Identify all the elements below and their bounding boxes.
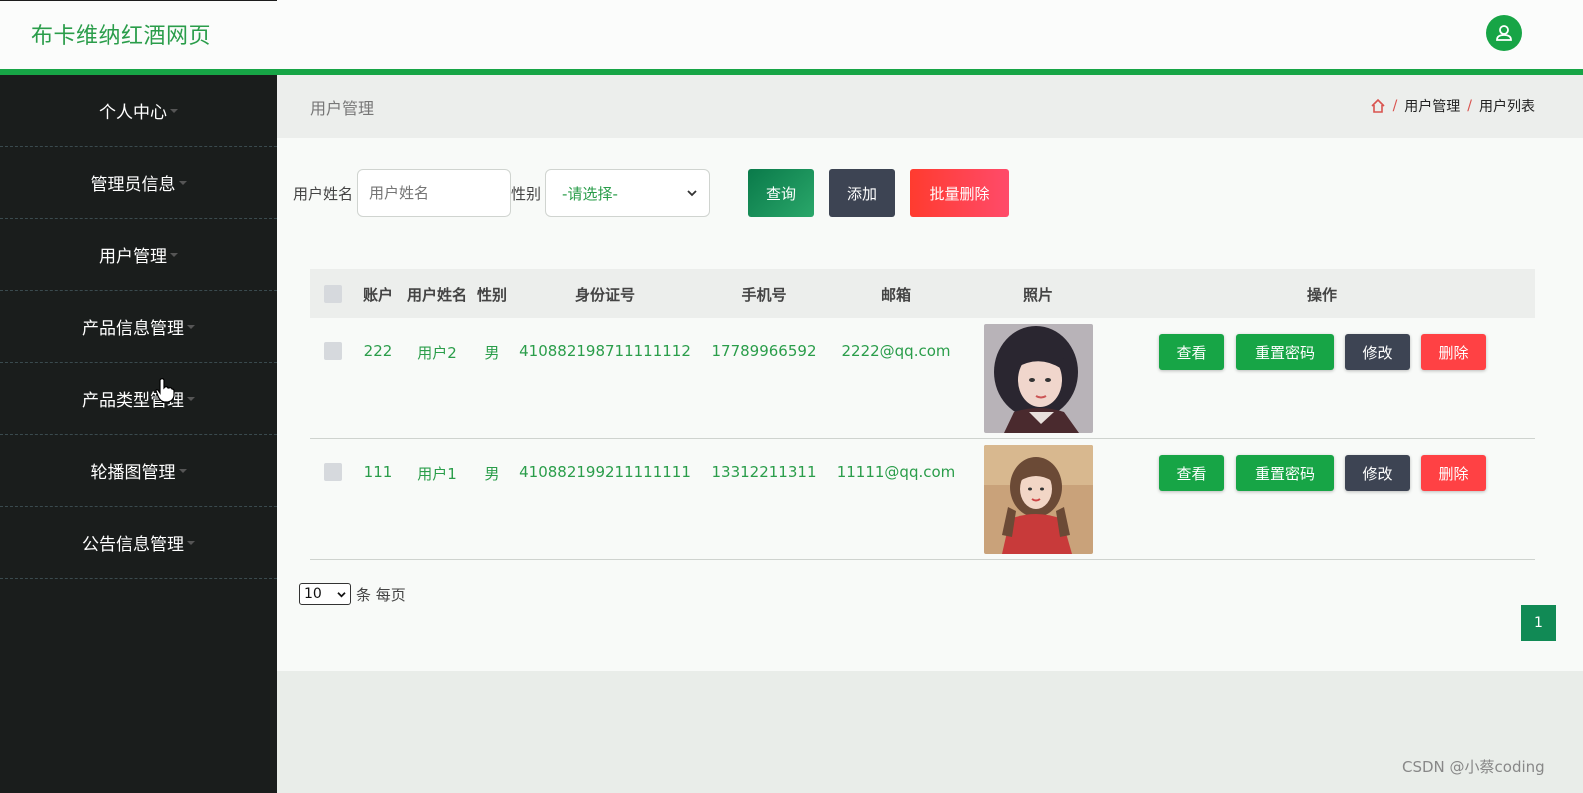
add-button[interactable]: 添加 — [829, 169, 896, 217]
name-search-input[interactable] — [357, 169, 512, 217]
batch-delete-button[interactable]: 批量删除 — [910, 169, 1010, 217]
cell-id-card: 410882198711111112 — [519, 342, 691, 360]
row-checkbox[interactable] — [324, 463, 342, 481]
gender-filter-label: 性别 — [511, 184, 542, 203]
column-header-name: 用户姓名 — [406, 286, 468, 304]
table-row: 111 用户1 男 410882199211111111 13312211311… — [310, 439, 1535, 560]
chevron-down-icon — [687, 190, 697, 197]
cell-email: 2222@qq.com — [841, 342, 951, 360]
table-header: 账户 用户姓名 性别 身份证号 手机号 邮箱 照片 操作 — [310, 269, 1535, 318]
chevron-down-icon — [170, 108, 178, 113]
page-size-select[interactable]: 10 — [299, 583, 351, 605]
sidebar-item-personal-center[interactable]: 个人中心 — [0, 75, 277, 147]
cell-account: 222 — [363, 342, 393, 360]
cell-name: 用户2 — [417, 344, 457, 362]
hand-cursor-icon — [155, 378, 175, 403]
column-header-id-card: 身份证号 — [574, 286, 636, 304]
header-top-line — [0, 0, 277, 1]
chevron-down-icon — [170, 252, 178, 257]
delete-button[interactable]: 删除 — [1421, 455, 1486, 491]
column-header-account: 账户 — [362, 286, 394, 304]
column-header-photo: 照片 — [1022, 286, 1054, 304]
sidebar-item-label: 个人中心 — [99, 103, 167, 123]
reset-password-button[interactable]: 重置密码 — [1236, 334, 1334, 370]
gender-select[interactable]: -请选择- — [545, 169, 711, 217]
page-title: 用户管理 — [310, 99, 375, 118]
view-button[interactable]: 查看 — [1159, 455, 1224, 491]
app-title[interactable]: 布卡维纳红酒网页 — [31, 18, 211, 50]
search-bar: 用户姓名 性别 -请选择- 查询 添加 批量删除 — [293, 169, 1010, 217]
chevron-down-icon — [187, 396, 195, 401]
chevron-down-icon — [178, 180, 187, 185]
user-avatar-button[interactable] — [1486, 15, 1522, 51]
chevron-down-icon — [187, 540, 195, 545]
user-table: 账户 用户姓名 性别 身份证号 手机号 邮箱 照片 操作 222 用户2 男 4… — [310, 269, 1535, 560]
edit-button[interactable]: 修改 — [1345, 455, 1410, 491]
cell-email: 11111@qq.com — [836, 463, 956, 481]
cell-gender: 男 — [484, 465, 500, 483]
column-header-phone: 手机号 — [741, 286, 787, 304]
sidebar: 个人中心 管理员信息 用户管理 产品信息管理 产品类型管理 轮播图管理 公告信息… — [0, 75, 277, 793]
user-photo — [984, 445, 1093, 554]
user-photo — [984, 324, 1093, 433]
table-row: 222 用户2 男 410882198711111112 17789966592… — [310, 318, 1535, 439]
home-icon[interactable] — [1370, 98, 1386, 114]
delete-button[interactable]: 删除 — [1421, 334, 1486, 370]
sidebar-item-label: 公告信息管理 — [82, 535, 184, 555]
watermark: CSDN @小蔡coding — [1402, 758, 1545, 776]
sidebar-item-label: 用户管理 — [99, 247, 167, 267]
name-filter-label: 用户姓名 — [293, 184, 354, 203]
chevron-down-icon — [178, 468, 187, 473]
sidebar-item-label: 管理员信息 — [90, 175, 176, 195]
row-checkbox[interactable] — [324, 342, 342, 360]
sidebar-item-announcement[interactable]: 公告信息管理 — [0, 507, 277, 579]
chevron-down-icon — [337, 591, 346, 597]
breadcrumb-item-user-management[interactable]: 用户管理 — [1404, 96, 1460, 116]
column-header-gender: 性别 — [476, 286, 508, 304]
edit-button[interactable]: 修改 — [1345, 334, 1410, 370]
page-size-suffix: 条 每页 — [356, 585, 406, 604]
user-icon — [1496, 25, 1512, 41]
cell-phone: 13312211311 — [711, 463, 817, 481]
cell-id-card: 410882199211111111 — [519, 463, 691, 481]
reset-password-button[interactable]: 重置密码 — [1236, 455, 1334, 491]
breadcrumb-separator: / — [1392, 98, 1398, 114]
breadcrumb-separator: / — [1467, 98, 1472, 114]
sidebar-item-product-info[interactable]: 产品信息管理 — [0, 291, 277, 363]
select-all-checkbox[interactable] — [324, 285, 342, 303]
column-header-actions: 操作 — [1306, 286, 1338, 304]
page-size-value: 10 — [304, 586, 322, 602]
sidebar-item-carousel[interactable]: 轮播图管理 — [0, 435, 277, 507]
cell-name: 用户1 — [417, 465, 457, 483]
gender-select-value: -请选择- — [562, 184, 618, 203]
breadcrumb: / 用户管理 / 用户列表 — [1370, 96, 1535, 116]
sidebar-item-label: 轮播图管理 — [90, 463, 176, 483]
cell-phone: 17789966592 — [711, 342, 817, 360]
cell-gender: 男 — [484, 344, 500, 362]
sidebar-item-user-management[interactable]: 用户管理 — [0, 219, 277, 291]
sidebar-item-product-type[interactable]: 产品类型管理 — [0, 363, 277, 435]
main-content: 用户管理 / 用户管理 / 用户列表 用户姓名 性别 -请选择- 查询 添加 批… — [277, 75, 1583, 671]
query-button[interactable]: 查询 — [748, 169, 815, 217]
sidebar-item-admin-info[interactable]: 管理员信息 — [0, 147, 277, 219]
top-header: 布卡维纳红酒网页 — [0, 0, 1583, 69]
column-header-email: 邮箱 — [880, 286, 912, 304]
page-size-control: 10 条 每页 — [299, 583, 406, 605]
cell-account: 111 — [363, 463, 393, 481]
page-header-bar: 用户管理 / 用户管理 / 用户列表 — [277, 75, 1583, 138]
breadcrumb-item-user-list: 用户列表 — [1479, 99, 1535, 115]
sidebar-item-label: 产品信息管理 — [82, 319, 184, 339]
chevron-down-icon — [187, 324, 195, 329]
view-button[interactable]: 查看 — [1159, 334, 1224, 370]
page-button-current[interactable]: 1 — [1521, 605, 1556, 641]
